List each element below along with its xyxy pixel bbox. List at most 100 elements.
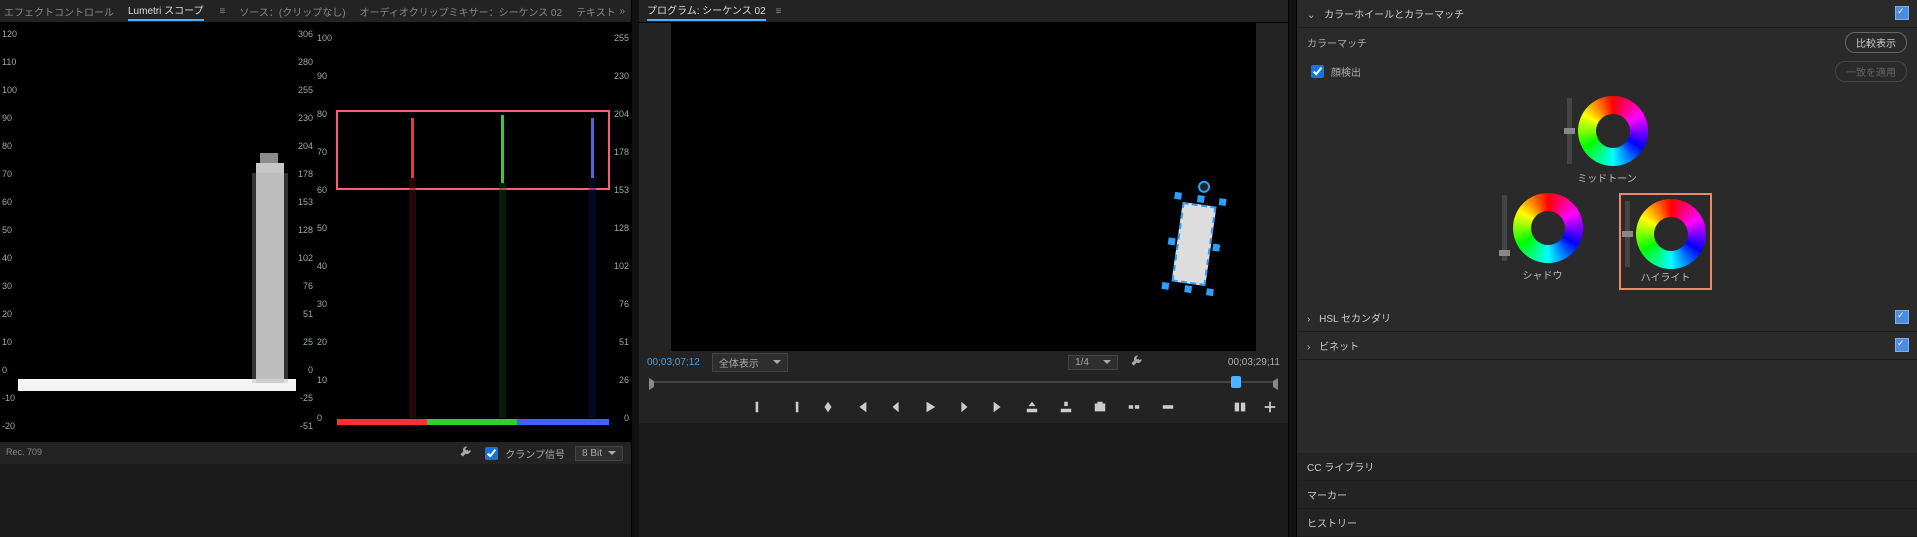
wheel-puck[interactable] xyxy=(1545,225,1553,233)
luma-tick: 110 xyxy=(2,57,16,67)
rgb-tick: 50 xyxy=(317,223,327,233)
luma-tick-r: -25 xyxy=(300,393,313,403)
resize-handle[interactable] xyxy=(1212,244,1220,252)
program-viewport[interactable] xyxy=(639,23,1288,351)
panel-menu-icon[interactable]: ≡ xyxy=(776,6,782,17)
midtones-luma-slider[interactable] xyxy=(1567,98,1572,164)
section-color-wheels[interactable]: ⌄ カラーホイールとカラーマッチ xyxy=(1297,0,1917,28)
current-timecode[interactable]: 00;03;07;12 xyxy=(647,357,700,368)
disclosure-right-icon: › xyxy=(1307,314,1310,325)
highlights-luma-slider[interactable] xyxy=(1625,201,1630,267)
shadows-luma-slider[interactable] xyxy=(1502,195,1507,261)
tab-effect-controls[interactable]: エフェクトコントロール xyxy=(4,4,114,19)
comparison-view-button[interactable]: 比較表示 xyxy=(1845,32,1907,53)
resize-handle[interactable] xyxy=(1184,285,1192,293)
luma-tick: 10 xyxy=(2,337,12,347)
rgb-tick: 70 xyxy=(317,147,327,157)
overwrite-button[interactable] xyxy=(1160,399,1176,415)
tab-markers[interactable]: マーカー xyxy=(1297,481,1917,509)
button-editor-icon[interactable] xyxy=(1262,399,1278,415)
shadows-color-wheel[interactable] xyxy=(1513,193,1583,263)
selected-clip-gizmo[interactable] xyxy=(1165,195,1223,293)
out-bracket-icon[interactable] xyxy=(1267,378,1278,390)
chevron-down-icon xyxy=(608,449,616,457)
midtones-color-wheel[interactable] xyxy=(1578,96,1648,166)
panel-divider[interactable] xyxy=(632,0,639,537)
luma-tick-r: 25 xyxy=(303,337,313,347)
panel-divider[interactable] xyxy=(1289,0,1296,537)
scrub-track xyxy=(649,381,1278,383)
rgb-tick-r: 51 xyxy=(619,337,629,347)
extract-button[interactable] xyxy=(1058,399,1074,415)
add-marker-button[interactable] xyxy=(820,399,836,415)
go-to-out-button[interactable] xyxy=(990,399,1006,415)
bit-depth-dropdown[interactable]: 8 Bit xyxy=(575,446,623,461)
in-bracket-icon[interactable] xyxy=(649,378,660,390)
clip-body[interactable] xyxy=(1172,202,1217,286)
comparison-view-button[interactable] xyxy=(1232,399,1248,415)
tab-text[interactable]: テキスト xyxy=(576,4,616,19)
resolution-dropdown[interactable]: 1/4 xyxy=(1068,355,1118,370)
highlights-color-wheel[interactable] xyxy=(1636,199,1706,269)
program-canvas[interactable] xyxy=(671,23,1256,351)
highlights-wheel: ハイライト xyxy=(1619,193,1712,290)
play-button[interactable] xyxy=(922,399,938,415)
section-enable-checkbox[interactable] xyxy=(1895,338,1909,352)
tab-label: CC ライブラリ xyxy=(1307,463,1374,474)
rgb-tick-r: 255 xyxy=(614,33,629,43)
face-detect-checkbox[interactable]: 顔検出 xyxy=(1307,62,1361,81)
mark-out-button[interactable] xyxy=(786,399,802,415)
disclosure-right-icon: › xyxy=(1307,342,1310,353)
transport-bar xyxy=(639,391,1288,423)
wheel-puck[interactable] xyxy=(1668,231,1676,239)
resize-handle[interactable] xyxy=(1174,192,1182,200)
section-title: ビネット xyxy=(1319,342,1359,353)
step-forward-button[interactable] xyxy=(956,399,972,415)
tab-audio-clip-mixer[interactable]: オーディオクリップミキサー：シーケンス 02 xyxy=(360,4,563,19)
rgb-tick-r: 26 xyxy=(619,375,629,385)
section-hsl-secondary[interactable]: › HSL セカンダリ xyxy=(1297,304,1917,332)
wheel-puck[interactable] xyxy=(1610,128,1618,136)
apply-match-button: 一致を適用 xyxy=(1835,61,1907,82)
resize-handle[interactable] xyxy=(1197,195,1205,203)
luma-tick-r: 178 xyxy=(298,169,313,179)
luma-waveform-scope: 120 110 100 90 80 70 60 50 40 30 20 10 0… xyxy=(0,23,315,441)
zoom-fit-value: 全体表示 xyxy=(719,355,759,370)
lift-button[interactable] xyxy=(1024,399,1040,415)
shadows-wheel: シャドウ xyxy=(1502,193,1583,290)
face-detect-label: 顔検出 xyxy=(1331,64,1361,79)
zoom-fit-dropdown[interactable]: 全体表示 xyxy=(712,353,788,372)
resize-handle[interactable] xyxy=(1219,198,1227,206)
resize-handle[interactable] xyxy=(1206,288,1214,296)
section-enable-checkbox[interactable] xyxy=(1895,6,1909,20)
playhead[interactable] xyxy=(1231,376,1241,388)
go-to-in-button[interactable] xyxy=(854,399,870,415)
timeline-scrubber[interactable] xyxy=(639,373,1288,391)
section-title: HSL セカンダリ xyxy=(1319,314,1391,325)
insert-button[interactable] xyxy=(1126,399,1142,415)
luma-tick: 20 xyxy=(2,309,12,319)
color-wheels-area: ミッドトーン シャドウ xyxy=(1297,86,1917,304)
tab-history[interactable]: ヒストリー xyxy=(1297,509,1917,537)
export-frame-button[interactable] xyxy=(1092,399,1108,415)
tabs-overflow-icon[interactable]: » xyxy=(619,6,625,17)
rgb-parade-scope: 100 90 80 70 60 50 40 30 20 10 0 255 230… xyxy=(315,23,631,441)
section-vignette[interactable]: › ビネット xyxy=(1297,332,1917,360)
tab-source[interactable]: ソース：(クリップなし) xyxy=(239,4,345,19)
settings-icon[interactable] xyxy=(1130,355,1142,370)
section-enable-checkbox[interactable] xyxy=(1895,310,1909,324)
step-back-button[interactable] xyxy=(888,399,904,415)
mark-in-button[interactable] xyxy=(752,399,768,415)
clamp-label: クランプ信号 xyxy=(505,446,565,461)
tab-lumetri-scopes[interactable]: Lumetri スコープ xyxy=(128,2,204,21)
clamp-signal-checkbox[interactable]: クランプ信号 xyxy=(481,444,565,463)
resize-handle[interactable] xyxy=(1161,282,1169,290)
rotate-handle[interactable] xyxy=(1197,180,1211,194)
panel-menu-icon[interactable]: ≡ xyxy=(220,6,226,17)
settings-icon[interactable] xyxy=(459,446,471,461)
resize-handle[interactable] xyxy=(1168,237,1176,245)
tab-cc-libraries[interactable]: CC ライブラリ xyxy=(1297,453,1917,481)
luma-tick-r: 280 xyxy=(298,57,313,67)
midtones-wheel: ミッドトーン xyxy=(1567,96,1648,185)
tab-program[interactable]: プログラム: シーケンス 02 xyxy=(647,2,766,21)
